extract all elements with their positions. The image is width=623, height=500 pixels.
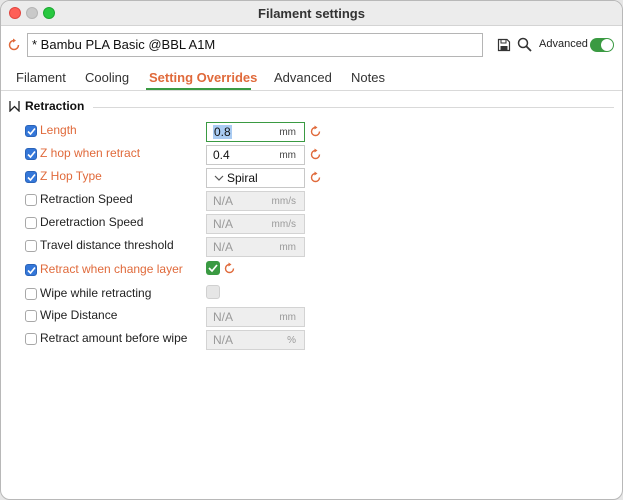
window-title: Filament settings: [258, 6, 365, 21]
wipe-while-retracting-checkbox: [206, 285, 220, 299]
field-unit: mm: [279, 242, 296, 253]
setting-label: Wipe while retracting: [40, 286, 152, 300]
preset-name-field[interactable]: * Bambu PLA Basic @BBL A1M: [27, 33, 483, 57]
wipe-distance-input: N/A mm: [206, 307, 305, 327]
dropdown-value: Spiral: [227, 171, 258, 185]
tab-notes[interactable]: Notes: [351, 70, 385, 85]
override-checkbox[interactable]: [25, 264, 37, 276]
setting-row-wipe-while-retracting: Wipe while retracting: [1, 285, 622, 307]
tab-advanced[interactable]: Advanced: [274, 70, 332, 85]
deretraction-speed-input: N/A mm/s: [206, 214, 305, 234]
reset-icon[interactable]: [309, 125, 322, 138]
reset-icon[interactable]: [7, 38, 21, 52]
retract-before-wipe-input: N/A %: [206, 330, 305, 350]
tab-setting-overrides[interactable]: Setting Overrides: [149, 70, 257, 85]
field-value: N/A: [213, 217, 234, 231]
setting-row-z-hop-type: Z Hop Type Spiral: [1, 168, 622, 190]
field-unit: mm: [279, 127, 296, 138]
collapse-section-icon[interactable]: [9, 100, 20, 112]
setting-label: Retract amount before wipe: [40, 331, 188, 345]
check-icon: [27, 173, 36, 182]
section-title: Retraction: [25, 99, 85, 113]
z-hop-input[interactable]: 0.4 mm: [206, 145, 305, 165]
field-unit: mm: [279, 150, 296, 161]
setting-row-length: Length 0.8 mm: [1, 122, 622, 144]
travel-distance-input: N/A mm: [206, 237, 305, 257]
field-value: N/A: [213, 310, 234, 324]
title-bar: Filament settings: [1, 1, 622, 26]
retract-change-layer-checkbox[interactable]: [206, 261, 220, 275]
setting-label: Travel distance threshold: [40, 238, 174, 252]
search-icon[interactable]: [517, 37, 532, 52]
field-unit: %: [287, 335, 296, 346]
reset-icon[interactable]: [309, 171, 322, 184]
field-value: N/A: [213, 240, 234, 254]
reset-icon[interactable]: [223, 262, 236, 275]
advanced-mode-label: Advanced: [539, 38, 588, 50]
field-value: N/A: [213, 333, 234, 347]
setting-row-retract-before-wipe: Retract amount before wipe N/A %: [1, 330, 622, 352]
setting-row-travel-distance: Travel distance threshold N/A mm: [1, 237, 622, 259]
override-checkbox[interactable]: [25, 310, 37, 322]
field-value: 0.8: [213, 125, 232, 139]
check-icon: [27, 127, 36, 136]
save-icon[interactable]: [497, 38, 511, 52]
filament-settings-window: Filament settings * Bambu PLA Basic @BBL…: [0, 0, 623, 500]
setting-label: Z Hop Type: [40, 169, 102, 183]
section-divider: [93, 107, 614, 108]
length-input[interactable]: 0.8 mm: [206, 122, 305, 142]
field-unit: mm/s: [271, 196, 296, 207]
setting-label: Deretraction Speed: [40, 215, 144, 229]
field-unit: mm: [279, 312, 296, 323]
setting-label: Z hop when retract: [40, 146, 141, 160]
override-checkbox[interactable]: [25, 240, 37, 252]
field-unit: mm/s: [271, 219, 296, 230]
override-checkbox[interactable]: [25, 217, 37, 229]
active-tab-indicator: [146, 88, 251, 90]
setting-row-z-hop: Z hop when retract 0.4 mm: [1, 145, 622, 167]
toggle-knob: [601, 39, 613, 51]
check-icon: [208, 264, 218, 273]
settings-tabs: Filament Cooling Setting Overrides Advan…: [1, 68, 622, 91]
z-hop-type-dropdown[interactable]: Spiral: [206, 168, 305, 188]
setting-row-retraction-speed: Retraction Speed N/A mm/s: [1, 191, 622, 213]
setting-label: Retract when change layer: [40, 262, 183, 276]
preset-toolbar: * Bambu PLA Basic @BBL A1M Advanced: [1, 26, 622, 66]
override-checkbox[interactable]: [25, 333, 37, 345]
setting-row-retract-change-layer: Retract when change layer: [1, 261, 622, 283]
override-checkbox[interactable]: [25, 288, 37, 300]
field-value: N/A: [213, 194, 234, 208]
field-value: 0.4: [213, 148, 230, 162]
reset-icon[interactable]: [309, 148, 322, 161]
tab-cooling[interactable]: Cooling: [85, 70, 129, 85]
tab-filament[interactable]: Filament: [16, 70, 66, 85]
setting-row-wipe-distance: Wipe Distance N/A mm: [1, 307, 622, 329]
override-checkbox[interactable]: [25, 194, 37, 206]
check-icon: [27, 150, 36, 159]
chevron-down-icon: [214, 175, 224, 181]
advanced-mode-toggle[interactable]: [590, 38, 614, 52]
setting-label: Length: [40, 123, 77, 137]
override-checkbox[interactable]: [25, 148, 37, 160]
setting-label: Wipe Distance: [40, 308, 118, 322]
setting-label: Retraction Speed: [40, 192, 133, 206]
retraction-speed-input: N/A mm/s: [206, 191, 305, 211]
override-checkbox[interactable]: [25, 125, 37, 137]
check-icon: [27, 266, 36, 275]
setting-row-deretraction-speed: Deretraction Speed N/A mm/s: [1, 214, 622, 236]
override-checkbox[interactable]: [25, 171, 37, 183]
